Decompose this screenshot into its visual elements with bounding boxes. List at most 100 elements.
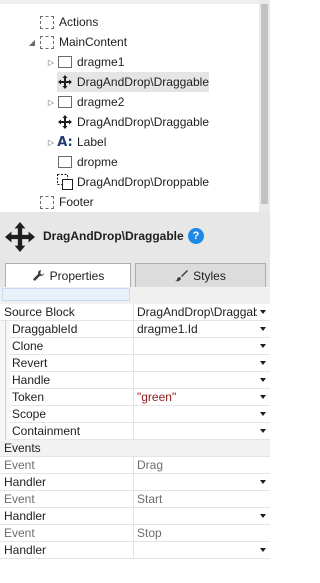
column-divider bbox=[133, 406, 134, 423]
collapse-triangle-icon[interactable]: ▷ bbox=[46, 97, 56, 107]
brush-icon bbox=[175, 270, 189, 282]
tree-item-draggable-1[interactable]: DragAndDrop\Draggable bbox=[57, 72, 209, 92]
selected-widget-title: DragAndDrop\Draggable bbox=[43, 229, 184, 243]
row-indent bbox=[0, 423, 10, 440]
tab-properties[interactable]: Properties bbox=[5, 263, 131, 287]
tree-item-label: DragAndDrop\Droppable bbox=[77, 175, 210, 189]
property-label: Source Block bbox=[4, 305, 75, 319]
dropdown-arrow-icon[interactable] bbox=[260, 310, 266, 314]
handler-row-drag[interactable]: Handler bbox=[0, 474, 270, 491]
dashed-box-icon bbox=[39, 14, 55, 30]
row-indent bbox=[0, 406, 10, 423]
event-value: Drag bbox=[137, 458, 164, 472]
tree-item-label: DragAndDrop\Draggable bbox=[77, 115, 210, 129]
column-divider bbox=[133, 508, 134, 525]
name-input-highlight[interactable] bbox=[2, 288, 130, 301]
column-divider bbox=[133, 491, 134, 508]
box-icon bbox=[57, 54, 73, 70]
move-arrows-icon bbox=[57, 114, 73, 130]
help-icon[interactable]: ? bbox=[188, 228, 204, 244]
row-indent bbox=[0, 372, 10, 389]
property-value bbox=[137, 423, 257, 440]
dropdown-arrow-icon[interactable] bbox=[260, 480, 266, 484]
tab-label: Properties bbox=[49, 268, 105, 283]
tree-item-label: dropme bbox=[77, 155, 118, 169]
handler-row-start[interactable]: Handler bbox=[0, 508, 270, 525]
move-arrows-icon bbox=[5, 222, 35, 252]
row-indent bbox=[0, 355, 10, 372]
wrench-icon bbox=[32, 270, 44, 281]
property-label: DraggableId bbox=[12, 322, 78, 336]
property-label: Containment bbox=[12, 424, 81, 438]
tree-item-maincontent[interactable]: MainContent bbox=[39, 32, 127, 52]
handler-label: Handler bbox=[4, 543, 47, 557]
event-label: Event bbox=[4, 526, 35, 540]
tree-item-footer[interactable]: Footer bbox=[39, 192, 94, 212]
event-value: Start bbox=[137, 492, 163, 506]
column-divider bbox=[133, 423, 134, 440]
dashed-box-icon bbox=[39, 34, 55, 50]
tree-scrollbar-thumb[interactable] bbox=[261, 4, 268, 204]
property-label: Scope bbox=[12, 407, 47, 421]
column-divider bbox=[133, 355, 134, 372]
tab-styles[interactable]: Styles bbox=[135, 263, 266, 287]
collapse-triangle-icon[interactable]: ▷ bbox=[46, 57, 56, 67]
tab-bar: Properties Styles bbox=[0, 262, 270, 287]
property-row-name[interactable]: Name bbox=[0, 287, 270, 304]
tree-item-droppable[interactable]: DragAndDrop\Droppable bbox=[57, 172, 209, 192]
property-row-revert[interactable]: Revert bbox=[0, 355, 270, 372]
handler-value bbox=[137, 542, 257, 559]
event-label: Event bbox=[4, 492, 35, 506]
dropdown-arrow-icon[interactable] bbox=[260, 327, 266, 331]
column-divider bbox=[133, 389, 134, 406]
property-grid: Name Source Block DragAndDrop\Draggable … bbox=[0, 287, 270, 583]
dropdown-arrow-icon[interactable] bbox=[260, 429, 266, 433]
tree-item-label-widget[interactable]: A: Label bbox=[57, 132, 106, 152]
column-divider bbox=[133, 457, 134, 474]
property-row-containment[interactable]: Containment bbox=[0, 423, 270, 440]
collapse-triangle-icon[interactable]: ▷ bbox=[46, 137, 56, 147]
property-row-clone[interactable]: Clone bbox=[0, 338, 270, 355]
tree-item-dragme1[interactable]: dragme1 bbox=[57, 52, 124, 72]
event-row-start[interactable]: Event Start bbox=[0, 491, 270, 508]
dropdown-arrow-icon[interactable] bbox=[260, 344, 266, 348]
dropdown-arrow-icon[interactable] bbox=[260, 378, 266, 382]
column-divider bbox=[133, 474, 134, 491]
dropdown-arrow-icon[interactable] bbox=[260, 412, 266, 416]
column-divider bbox=[133, 525, 134, 542]
tree-item-dragme2[interactable]: dragme2 bbox=[57, 92, 124, 112]
property-row-draggableid[interactable]: DraggableId dragme1.Id bbox=[0, 321, 270, 338]
column-divider bbox=[133, 542, 134, 559]
tree-item-label: MainContent bbox=[59, 35, 128, 49]
dropdown-arrow-icon[interactable] bbox=[260, 361, 266, 365]
handler-label: Handler bbox=[4, 475, 47, 489]
event-row-drag[interactable]: Event Drag bbox=[0, 457, 270, 474]
event-row-stop[interactable]: Event Stop bbox=[0, 525, 270, 542]
property-value bbox=[137, 406, 257, 423]
row-indent bbox=[0, 338, 10, 355]
expand-triangle-icon[interactable]: ◢ bbox=[27, 37, 37, 47]
handler-value bbox=[137, 474, 257, 491]
property-row-source-block[interactable]: Source Block DragAndDrop\Draggable bbox=[0, 304, 270, 321]
tree-item-label: Footer bbox=[59, 195, 94, 209]
property-row-handle[interactable]: Handle bbox=[0, 372, 270, 389]
tree-scrollbar[interactable] bbox=[259, 0, 270, 212]
property-row-token[interactable]: Token "green" bbox=[0, 389, 270, 406]
row-indent bbox=[0, 321, 10, 338]
tree-item-actions[interactable]: Actions bbox=[39, 12, 98, 32]
property-value bbox=[137, 355, 257, 372]
handler-row-stop[interactable]: Handler bbox=[0, 542, 270, 559]
handler-value bbox=[137, 508, 257, 525]
property-row-scope[interactable]: Scope bbox=[0, 406, 270, 423]
event-label: Event bbox=[4, 458, 35, 472]
dropdown-arrow-icon[interactable] bbox=[260, 548, 266, 552]
move-arrows-icon bbox=[57, 74, 73, 90]
label-a-icon: A: bbox=[57, 134, 73, 150]
dropdown-arrow-icon[interactable] bbox=[260, 514, 266, 518]
dropdown-arrow-icon[interactable] bbox=[260, 395, 266, 399]
dashed-box-icon bbox=[39, 194, 55, 210]
tree-item-draggable-2[interactable]: DragAndDrop\Draggable bbox=[57, 112, 209, 132]
property-value bbox=[137, 338, 257, 355]
tree-item-dropme[interactable]: dropme bbox=[57, 152, 118, 172]
tree-item-label: dragme1 bbox=[77, 55, 125, 69]
